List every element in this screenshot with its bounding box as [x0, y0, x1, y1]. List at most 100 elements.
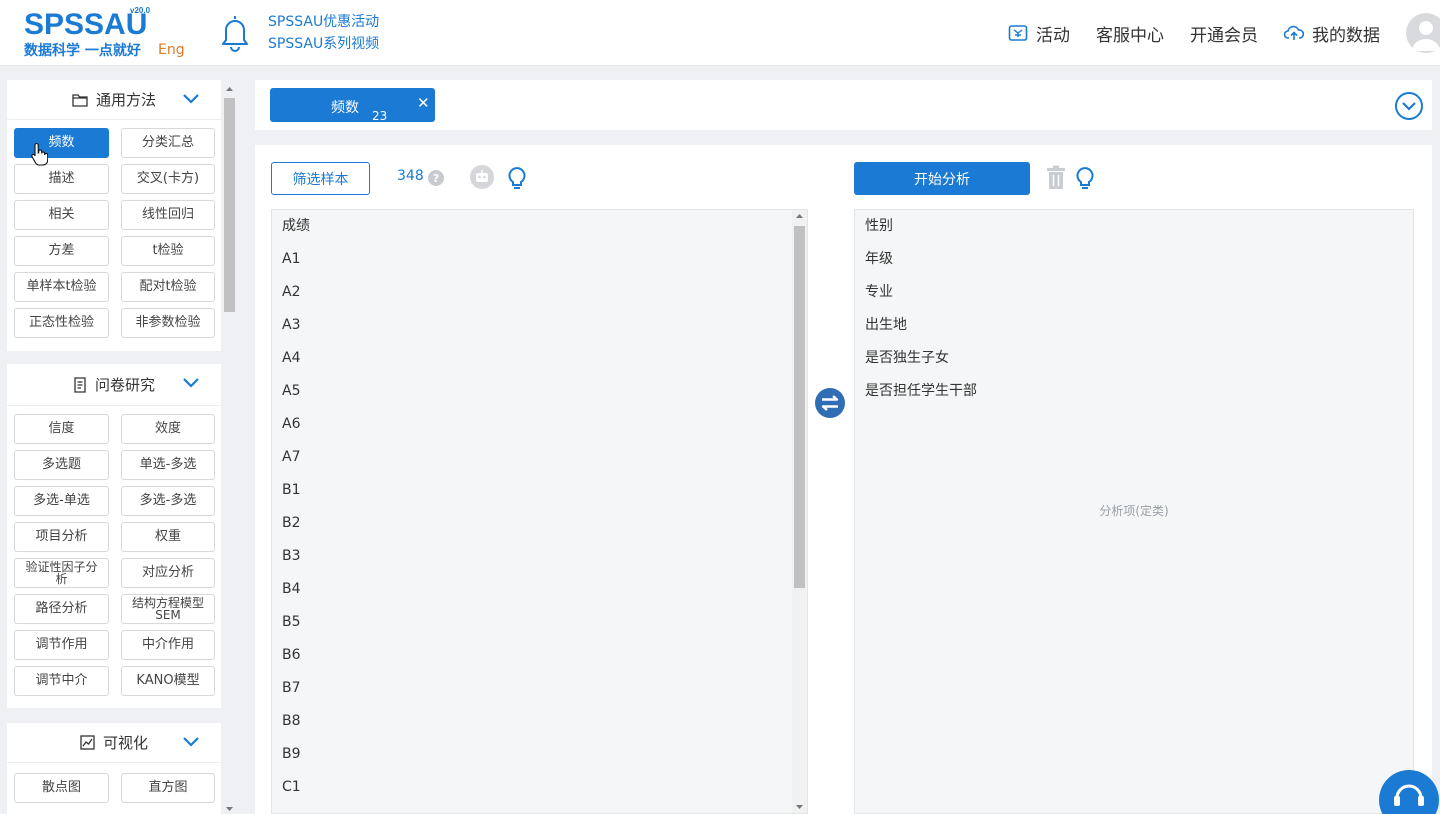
variable-item[interactable]: B7 [272, 672, 807, 705]
cloud-upload-icon [1284, 25, 1304, 40]
variable-item[interactable]: C1 [272, 771, 807, 804]
promo-link-videos[interactable]: SPSSAU系列视频 [268, 33, 379, 55]
selected-item[interactable]: 是否独生子女 [855, 342, 1413, 375]
method-multi-single[interactable]: 多选-单选 [14, 486, 109, 516]
method-multiple-choice[interactable]: 多选题 [14, 450, 109, 480]
robot-icon[interactable] [469, 164, 495, 190]
bell-icon[interactable] [216, 12, 254, 52]
section-questionnaire: 问卷研究 信度 效度 多选题 单选-多选 多选-单选 多选-多选 项目分析 权重… [7, 364, 221, 708]
method-anova[interactable]: 方差 [14, 236, 109, 266]
nav-membership-label: 开通会员 [1190, 25, 1258, 46]
method-descriptive[interactable]: 描述 [14, 164, 109, 194]
method-t-test[interactable]: t检验 [121, 236, 215, 266]
variable-item[interactable]: A7 [272, 441, 807, 474]
chevron-down-icon[interactable] [183, 376, 199, 388]
filter-sample-button[interactable]: 筛选样本 [271, 162, 370, 195]
start-analysis-button[interactable]: 开始分析 [854, 162, 1030, 195]
nav-membership[interactable]: 开通会员 [1190, 21, 1258, 46]
variable-item[interactable]: 成绩 [272, 210, 807, 243]
tab-frequency[interactable]: 频数 23 ✕ [270, 88, 435, 123]
variable-item[interactable]: B3 [272, 540, 807, 573]
method-validity[interactable]: 效度 [121, 414, 215, 444]
method-linear-regression[interactable]: 线性回归 [121, 200, 215, 230]
chevron-circle-down-icon[interactable] [1394, 91, 1424, 121]
variable-list: 成绩 A1 A2 A3 A4 A5 A6 A7 B1 B2 B3 B4 B5 B… [271, 209, 808, 814]
ticket-icon [1008, 25, 1028, 41]
language-switch[interactable]: Eng [158, 42, 185, 58]
method-item-analysis[interactable]: 项目分析 [14, 522, 109, 552]
help-icon[interactable]: ? [428, 170, 444, 186]
method-crosstab-chisq[interactable]: 交叉(卡方) [121, 164, 215, 194]
method-reliability[interactable]: 信度 [14, 414, 109, 444]
section-title: 可视化 [102, 734, 148, 752]
variable-item[interactable]: A5 [272, 375, 807, 408]
nav-activity[interactable]: 活动 [1008, 21, 1070, 46]
variable-item[interactable]: B2 [272, 507, 807, 540]
method-normality-test[interactable]: 正态性检验 [14, 308, 109, 338]
method-single-multi[interactable]: 单选-多选 [121, 450, 215, 480]
method-sem[interactable]: 结构方程模型SEM [121, 594, 215, 624]
lightbulb-icon[interactable] [507, 165, 527, 191]
method-grouped-summary[interactable]: 分类汇总 [121, 128, 215, 158]
variable-list-scrollbar[interactable] [792, 210, 807, 813]
nav-my-data[interactable]: 我的数据 [1284, 21, 1380, 46]
section-header[interactable]: 通用方法 [7, 80, 221, 120]
chevron-down-icon[interactable] [183, 735, 199, 747]
variable-item[interactable]: A2 [272, 276, 807, 309]
variable-item[interactable]: A4 [272, 342, 807, 375]
selected-item[interactable]: 年级 [855, 243, 1413, 276]
method-weights[interactable]: 权重 [121, 522, 215, 552]
method-mediation[interactable]: 中介作用 [121, 630, 215, 660]
avatar[interactable] [1406, 13, 1440, 53]
selected-item[interactable]: 是否担任学生干部 [855, 375, 1413, 408]
method-correlation[interactable]: 相关 [14, 200, 109, 230]
logo[interactable]: SPSSAU v20.0 数据科学 一点就好 Eng [24, 6, 194, 60]
variable-item[interactable]: B5 [272, 606, 807, 639]
method-frequency[interactable]: 频数 [14, 128, 109, 158]
method-path-analysis[interactable]: 路径分析 [14, 594, 109, 624]
section-header[interactable]: 可视化 [7, 723, 221, 763]
method-paired-t-test[interactable]: 配对t检验 [121, 272, 215, 302]
nav-support[interactable]: 客服中心 [1096, 21, 1164, 46]
sidebar-scroll-thumb[interactable] [224, 98, 235, 312]
selected-item[interactable]: 专业 [855, 276, 1413, 309]
variable-item[interactable]: B6 [272, 639, 807, 672]
method-cfa[interactable]: 验证性因子分析 [14, 558, 109, 588]
analysis-workspace: 筛选样本 348 ? 开始分析 成绩 A1 A2 A3 A4 A5 A6 A7 … [255, 145, 1432, 814]
customer-service-button[interactable] [1379, 770, 1439, 814]
scroll-down-icon[interactable] [223, 804, 236, 814]
section-header[interactable]: 问卷研究 [7, 364, 221, 406]
chevron-down-icon[interactable] [183, 92, 199, 104]
promo-link-offers[interactable]: SPSSAU优惠活动 [268, 11, 379, 33]
method-correspondence-analysis[interactable]: 对应分析 [121, 558, 215, 588]
method-multi-multi[interactable]: 多选-多选 [121, 486, 215, 516]
trash-icon[interactable] [1046, 165, 1066, 191]
scroll-up-icon[interactable] [223, 84, 236, 94]
variable-item[interactable]: A1 [272, 243, 807, 276]
variable-item[interactable]: A6 [272, 408, 807, 441]
method-nonparametric-test[interactable]: 非参数检验 [121, 308, 215, 338]
method-one-sample-t-test[interactable]: 单样本t检验 [14, 272, 109, 302]
variable-item[interactable]: B1 [272, 474, 807, 507]
variable-item[interactable]: B4 [272, 573, 807, 606]
nav-activity-label: 活动 [1036, 25, 1070, 46]
selected-item[interactable]: 性别 [855, 210, 1413, 243]
method-moderation[interactable]: 调节作用 [14, 630, 109, 660]
variable-item[interactable]: A3 [272, 309, 807, 342]
analysis-items-dropzone[interactable]: 性别 年级 专业 出生地 是否独生子女 是否担任学生干部 分析项(定类) [854, 209, 1414, 814]
close-icon[interactable]: ✕ [417, 94, 430, 112]
sidebar-scrollbar[interactable] [223, 84, 236, 814]
method-kano[interactable]: KANO模型 [121, 666, 215, 696]
variable-item[interactable]: B9 [272, 738, 807, 771]
method-histogram[interactable]: 直方图 [121, 773, 215, 803]
swap-icon[interactable] [814, 387, 846, 419]
method-scatter-plot[interactable]: 散点图 [14, 773, 109, 803]
variable-item[interactable]: B8 [272, 705, 807, 738]
variable-list-scroll-thumb[interactable] [794, 226, 805, 588]
selected-item[interactable]: 出生地 [855, 309, 1413, 342]
lightbulb-icon[interactable] [1075, 165, 1095, 191]
scroll-up-icon[interactable] [792, 210, 807, 222]
scroll-down-icon[interactable] [792, 801, 807, 813]
nav-my-data-label: 我的数据 [1312, 25, 1380, 46]
method-moderated-mediation[interactable]: 调节中介 [14, 666, 109, 696]
